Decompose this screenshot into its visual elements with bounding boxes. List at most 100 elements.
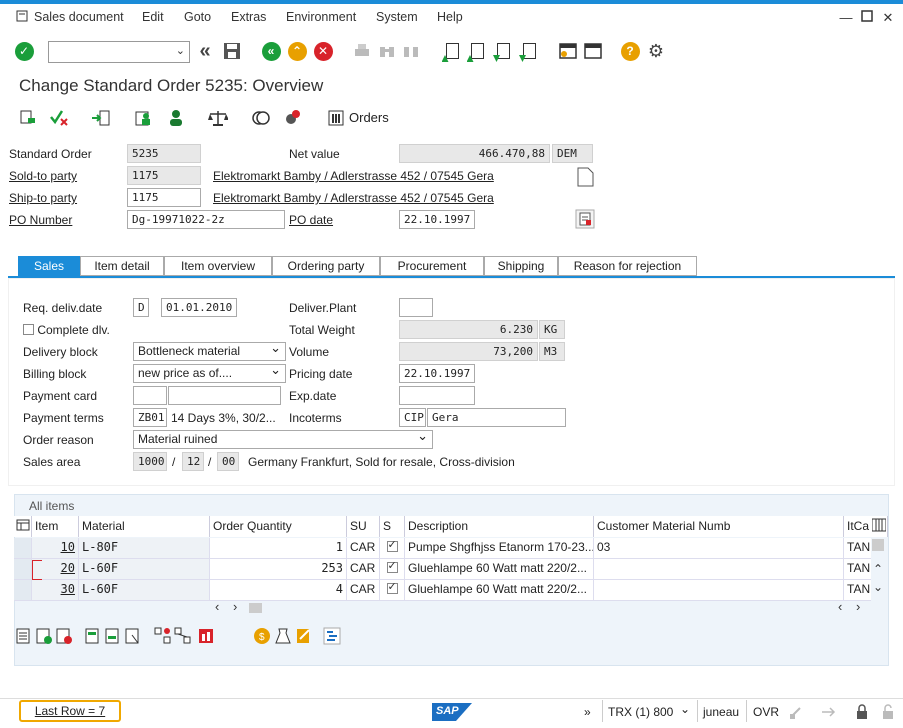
po-date-label[interactable]: PO date [289,213,333,227]
row-selector[interactable] [14,580,32,600]
item-category[interactable]: TAN [844,559,871,579]
complete-dlv-check[interactable] [23,324,34,335]
table-row[interactable]: 30 L-60F 4 CAR Gluehlampe 60 Watt matt 2… [14,580,871,601]
previous-page-icon[interactable] [466,40,488,62]
structure-icon[interactable] [174,627,192,645]
column-header-order-quantity[interactable]: Order Quantity [210,516,347,537]
menu-system[interactable]: System [376,10,418,24]
business-partner-icon[interactable] [132,107,154,129]
sold-to-party-name[interactable]: Elektromarkt Bamby / Adlerstrasse 452 / … [213,169,494,183]
pdf-icon[interactable] [197,627,215,645]
column-header-description[interactable]: Description [405,516,594,537]
back-icon[interactable]: « [260,40,282,62]
chevron-down-icon[interactable]: ⌄ [680,702,690,716]
system-info[interactable]: TRX (1) 800 [608,705,673,719]
item-number[interactable]: 10 [32,538,79,558]
incoterms-place-field[interactable]: Gera [427,408,566,427]
copy-icon[interactable] [250,107,272,129]
schedule-icon[interactable] [323,627,341,645]
scroll-down-icon[interactable]: ⌄ [873,580,883,594]
minimize-icon[interactable]: — [838,10,854,26]
exp-date-field[interactable] [399,386,475,405]
settings-gear-icon[interactable]: ⚙ [645,40,667,62]
batch-icon[interactable] [295,627,313,645]
scroll-right-icon[interactable]: › [233,599,237,614]
configuration-icon[interactable] [154,627,172,645]
order-quantity[interactable]: 4 [210,580,347,600]
pricing-icon[interactable]: $ [253,627,271,645]
material[interactable]: L-80F [79,538,210,558]
column-header-customer-material[interactable]: Customer Material Numb [594,516,844,537]
menu-goto[interactable]: Goto [184,10,211,24]
lock-icon[interactable] [854,704,872,722]
deliver-plant-field[interactable] [399,298,433,317]
input-mode[interactable]: OVR [753,705,779,719]
billing-block-select[interactable]: new price as of.... [133,364,286,383]
delete-row-icon[interactable] [55,627,73,645]
scroll-right-end-icon[interactable]: › [856,599,860,614]
description[interactable]: Gluehlampe 60 Watt matt 220/2... [405,559,594,579]
tab-shipping[interactable]: Shipping [484,256,558,276]
tab-reason-for-rejection[interactable]: Reason for rejection [558,256,697,276]
order-reason-select[interactable]: Material ruined [133,430,433,449]
sold-to-party-field[interactable]: 1175 [127,166,201,185]
scroll-left-icon[interactable]: ‹ [215,599,219,614]
status-message[interactable]: Last Row = 7 [19,700,121,722]
tab-ordering-party[interactable]: Ordering party [272,256,380,276]
item-number[interactable]: 30 [32,580,79,600]
sap-menu-icon[interactable] [14,10,30,26]
po-number-label[interactable]: PO Number [9,213,72,227]
person-icon[interactable] [165,107,187,129]
po-number-field[interactable]: Dg-19971022-2z [127,210,285,229]
menu-edit[interactable]: Edit [142,10,164,24]
customer-material[interactable] [594,580,844,600]
column-config-icon[interactable] [14,516,32,537]
table-settings-icon[interactable] [870,516,888,537]
document-icon[interactable] [574,166,596,188]
req-deliv-date-field[interactable]: 01.01.2010 [161,298,237,317]
item-details-icon[interactable] [15,627,33,645]
column-header-item[interactable]: Item [32,516,79,537]
help-icon[interactable]: ? [619,40,641,62]
payment-card-number-field[interactable] [168,386,281,405]
description[interactable]: Gluehlampe 60 Watt matt 220/2... [405,580,594,600]
material[interactable]: L-60F [79,580,210,600]
delivery-block-select[interactable]: Bottleneck material [133,342,286,361]
menu-environment[interactable]: Environment [286,10,356,24]
ship-to-party-label[interactable]: Ship-to party [9,191,77,205]
tab-item-overview[interactable]: Item overview [164,256,272,276]
table-row[interactable]: 20 L-60F 253 CAR Gluehlampe 60 Watt matt… [14,559,871,580]
material[interactable]: L-60F [79,559,210,579]
menu-help[interactable]: Help [437,10,463,24]
last-page-icon[interactable] [518,40,540,62]
next-page-icon[interactable] [492,40,514,62]
close-window-icon[interactable]: ✕ [880,10,896,26]
customer-material[interactable] [594,559,844,579]
vertical-scroll-thumb[interactable] [872,539,884,551]
row-selector[interactable] [14,538,32,558]
header-icon[interactable] [90,107,112,129]
scroll-left-end-icon[interactable]: ‹ [838,599,842,614]
document-edit-icon[interactable] [574,208,596,230]
table-row[interactable]: 10 L-80F 1 CAR Pumpe Shgfhjss Etanorm 17… [14,538,871,559]
deselect-all-icon[interactable] [124,627,142,645]
row-selector[interactable] [14,559,32,579]
horizontal-scroll-thumb[interactable] [249,603,262,613]
sold-to-party-label[interactable]: Sold-to party [9,169,77,183]
save-icon[interactable] [221,40,243,62]
reject-icon[interactable] [281,107,303,129]
status-checkbox[interactable] [380,580,405,600]
column-header-material[interactable]: Material [79,516,210,537]
expand-status-icon[interactable]: » [584,705,591,719]
incoterms-field[interactable]: CIP [399,408,426,427]
payment-terms-field[interactable]: ZB01 [133,408,167,427]
pricing-date-field[interactable]: 22.10.1997 [399,364,475,383]
ship-to-party-field[interactable]: 1175 [127,188,201,207]
display-document-flow-icon[interactable] [17,107,39,129]
availability-icon[interactable] [274,627,292,645]
select-block-icon[interactable] [104,627,122,645]
description[interactable]: Pumpe Shgfhjss Etanorm 170-23... [405,538,594,558]
scroll-up-icon[interactable]: ⌃ [873,562,883,576]
ship-to-party-name[interactable]: Elektromarkt Bamby / Adlerstrasse 452 / … [213,191,494,205]
payment-card-type-field[interactable] [133,386,167,405]
